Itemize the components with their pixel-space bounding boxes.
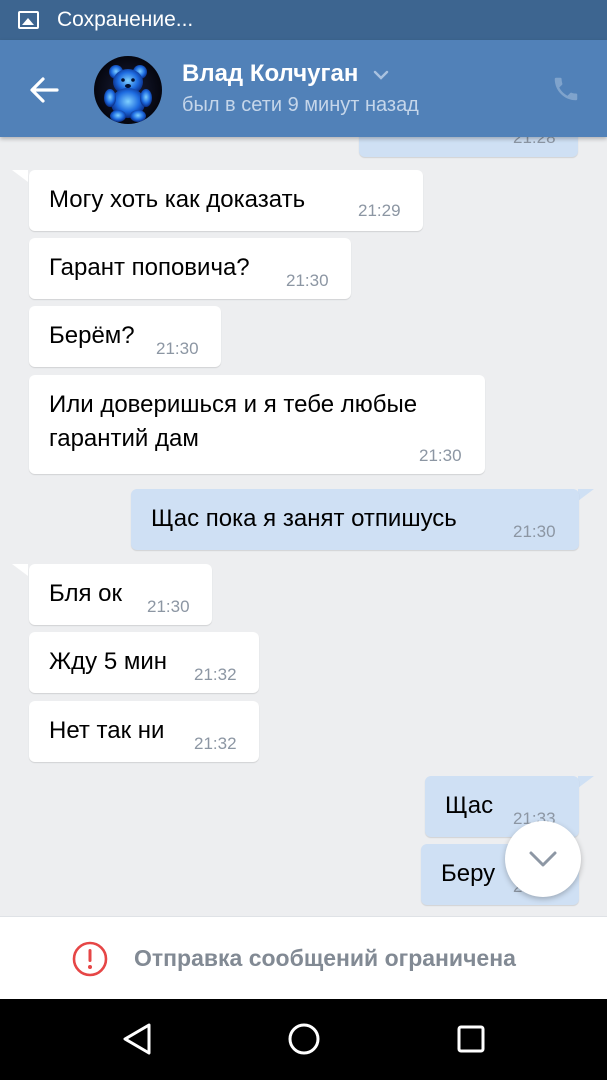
message-text: Могу хоть как доказать xyxy=(49,186,306,213)
message-incoming[interactable]: Или доверишься и я тебе любые гарантий д… xyxy=(29,375,485,474)
back-button[interactable] xyxy=(24,70,64,110)
message-text: Берём? xyxy=(49,322,135,349)
call-button[interactable] xyxy=(551,74,583,106)
nav-recents-icon xyxy=(457,1025,485,1053)
message-text: Щас пока я занят отпишусь xyxy=(151,505,457,532)
bubble-tail xyxy=(12,170,28,182)
contact-last-seen: был в сети 9 минут назад xyxy=(182,94,419,116)
nav-back-button[interactable] xyxy=(119,1021,155,1057)
message-time: 21:32 xyxy=(194,665,237,684)
message-time: 21:30 xyxy=(286,271,329,290)
teddy-bear-avatar-image xyxy=(104,65,152,122)
bubble-tail xyxy=(578,776,594,788)
bubble-tail xyxy=(578,489,594,501)
restricted-text: Отправка сообщений ограничена xyxy=(134,945,516,971)
nav-back-icon xyxy=(123,1023,151,1055)
bubble-tail xyxy=(12,564,28,576)
message-incoming[interactable]: Могу хоть как доказать 21:29 xyxy=(29,170,423,231)
back-arrow-icon xyxy=(30,77,59,103)
message-time: 21:29 xyxy=(358,201,401,220)
message-list[interactable]: 21:28 Могу хоть как доказать 21:29 Гаран… xyxy=(0,137,607,916)
chevron-down-icon xyxy=(529,851,557,867)
message-outgoing[interactable]: Щас пока я занят отпишусь 21:30 xyxy=(131,489,579,550)
scroll-down-button[interactable] xyxy=(505,821,581,897)
message-text: Жду 5 мин xyxy=(49,648,168,675)
message-text-line: гарантий дам xyxy=(49,425,199,452)
nav-home-button[interactable] xyxy=(286,1021,322,1057)
message-time: 21:30 xyxy=(513,522,556,541)
contact-name-text: Влад Колчуган xyxy=(182,60,359,87)
message-text: Бля ок xyxy=(49,580,122,607)
message-time: 21:32 xyxy=(194,734,237,753)
alert-icon xyxy=(72,941,108,977)
message-text: Щас xyxy=(445,792,494,819)
avatar[interactable] xyxy=(94,56,162,124)
message-time: 21:30 xyxy=(419,446,462,465)
status-bar: Сохранение... xyxy=(0,0,607,40)
chat-header: Влад Колчуган был в сети 9 минут назад xyxy=(0,40,607,137)
message-text: Беру xyxy=(441,860,496,887)
system-nav-bar xyxy=(0,999,607,1080)
status-text: Сохранение... xyxy=(57,8,194,31)
chevron-down-icon xyxy=(373,70,389,80)
phone-icon xyxy=(554,77,578,101)
image-icon xyxy=(18,11,39,29)
message-outgoing[interactable]: 21:28 xyxy=(359,137,578,157)
message-incoming[interactable]: Гарант поповича? 21:30 xyxy=(29,238,351,299)
message-time: 21:28 xyxy=(513,137,556,147)
message-text: Или доверишься и я тебе любые гарантий д… xyxy=(49,388,417,456)
message-text: Нет так ни xyxy=(49,717,165,744)
message-incoming[interactable]: Берём? 21:30 xyxy=(29,306,221,367)
message-text: Гарант поповича? xyxy=(49,254,250,281)
message-time: 21:30 xyxy=(147,597,190,616)
contact-name[interactable]: Влад Колчуган xyxy=(182,60,389,88)
message-incoming[interactable]: Нет так ни 21:32 xyxy=(29,701,259,762)
message-incoming[interactable]: Бля ок 21:30 xyxy=(29,564,212,625)
messaging-restricted-banner: Отправка сообщений ограничена xyxy=(0,916,607,999)
nav-home-icon xyxy=(288,1023,320,1055)
message-time: 21:30 xyxy=(156,339,199,358)
nav-recents-button[interactable] xyxy=(453,1021,489,1057)
message-text-line: Или доверишься и я тебе любые xyxy=(49,391,418,418)
message-incoming[interactable]: Жду 5 мин 21:32 xyxy=(29,632,259,693)
